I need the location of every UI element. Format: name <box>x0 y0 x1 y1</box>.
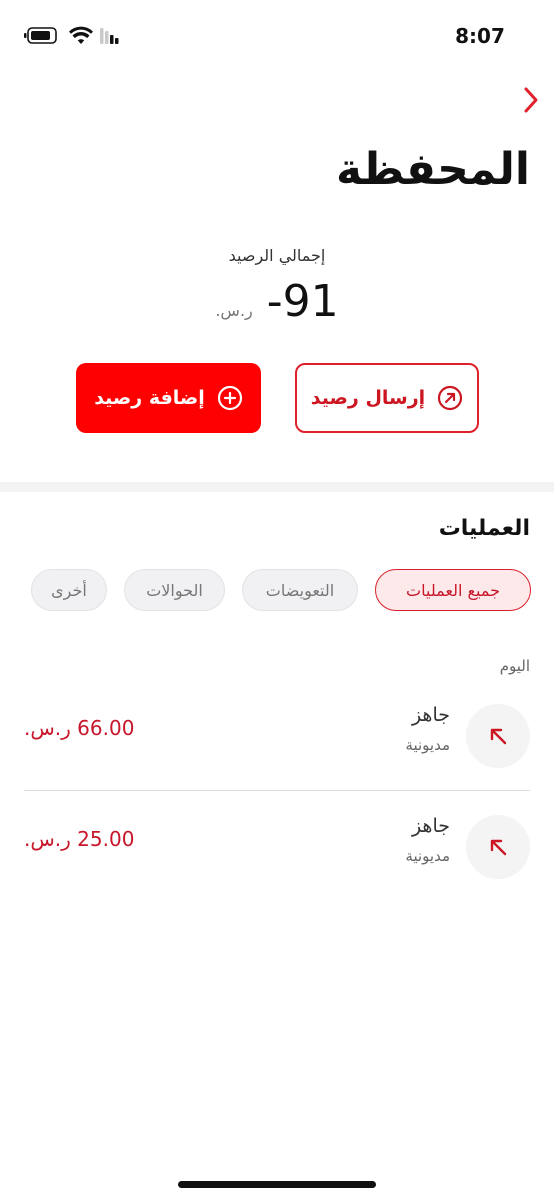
page-title: المحفظة <box>335 144 530 195</box>
add-balance-button[interactable]: إضافة رصيد <box>76 363 261 433</box>
transaction-amount: 25.00 ر.س. <box>24 827 135 851</box>
transaction-subtitle: مديونية <box>405 847 450 865</box>
arrow-up-left-icon <box>466 704 530 768</box>
back-button[interactable] <box>514 80 548 120</box>
chevron-right-icon <box>524 87 538 113</box>
operations-title: العمليات <box>438 516 530 541</box>
filter-all-operations[interactable]: جميع العمليات <box>375 569 531 611</box>
filter-compensations[interactable]: التعويضات <box>242 569 358 611</box>
balance-currency: ر.س. <box>215 301 253 320</box>
battery-icon <box>24 26 119 44</box>
send-balance-button[interactable]: إرسال رصيد <box>295 363 479 433</box>
status-bar-icons <box>24 24 134 48</box>
transaction-title: جاهز <box>411 704 450 726</box>
date-group-label: اليوم <box>499 657 530 675</box>
transaction-separator <box>24 790 530 791</box>
transaction-title: جاهز <box>411 815 450 837</box>
balance-value: -91 <box>266 276 339 327</box>
transaction-row[interactable]: جاهز مديونية 66.00 ر.س. <box>24 694 530 790</box>
section-divider <box>0 482 554 492</box>
filter-other[interactable]: أخرى <box>31 569 107 611</box>
arrow-up-right-circle-icon <box>437 385 463 411</box>
transaction-subtitle: مديونية <box>405 736 450 754</box>
transaction-amount: 66.00 ر.س. <box>24 716 135 740</box>
filter-transfers[interactable]: الحوالات <box>124 569 225 611</box>
balance-label: إجمالي الرصيد <box>228 246 326 265</box>
transaction-row[interactable]: جاهز مديونية 25.00 ر.س. <box>24 805 530 901</box>
plus-circle-icon <box>217 385 243 411</box>
balance-amount: ر.س. -91 <box>0 276 554 327</box>
arrow-up-left-icon <box>466 815 530 879</box>
status-time: 8:07 <box>455 24 505 48</box>
home-indicator[interactable] <box>178 1181 376 1188</box>
send-balance-label: إرسال رصيد <box>310 387 426 409</box>
add-balance-label: إضافة رصيد <box>94 387 205 409</box>
